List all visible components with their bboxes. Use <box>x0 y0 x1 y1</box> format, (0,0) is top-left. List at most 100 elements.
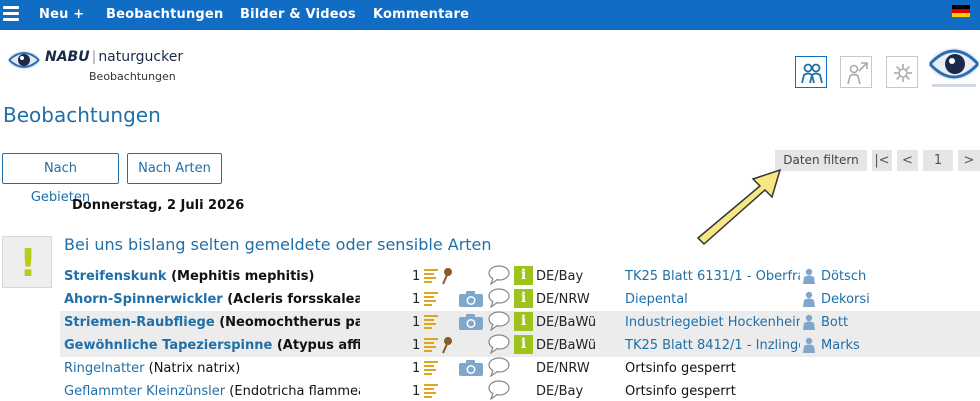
species-name-latin: (Natrix natrix) <box>148 361 241 376</box>
settings-button[interactable] <box>886 56 918 88</box>
species-name-latin: (Endotricha flammealis) <box>229 384 360 399</box>
annotation-arrow <box>696 168 782 246</box>
brand-text: NABU | naturgucker <box>45 49 184 65</box>
species-name-de[interactable]: Gewöhnliche Tapezierspinne <box>64 338 272 353</box>
species-name-de[interactable]: Ahorn-Spinnerwickler <box>64 292 223 307</box>
list-item[interactable]: Geflammter Kleinzünsler (Endotricha flam… <box>60 380 980 401</box>
info-icon[interactable]: i <box>514 312 533 331</box>
nav-images-videos[interactable]: Bilder & Videos <box>240 7 356 22</box>
info-icon[interactable]: i <box>514 266 533 285</box>
comment-bubble-icon[interactable] <box>488 380 510 400</box>
eye-logo-icon <box>8 51 40 69</box>
person-icon <box>803 291 815 307</box>
hamburger-menu-icon[interactable] <box>3 6 19 22</box>
species-name[interactable]: Ringelnatter (Natrix natrix) <box>64 361 360 376</box>
region: DE/Bay <box>536 384 584 399</box>
details-list-icon[interactable] <box>424 338 438 352</box>
users-button[interactable] <box>795 56 827 88</box>
count: 1 <box>412 384 421 399</box>
prev-page-button[interactable]: < <box>897 150 918 171</box>
top-navigation-bar: Neu + Beobachtungen Bilder & Videos Komm… <box>0 0 980 30</box>
details-list-icon[interactable] <box>424 361 438 375</box>
count: 1 <box>412 361 421 376</box>
observer-name[interactable]: Marks <box>821 338 860 353</box>
list-item[interactable]: Striemen-Raubfliege (Neomochtherus palli… <box>60 311 980 334</box>
species-name-latin: (Atypus affinis) <box>276 338 360 353</box>
location[interactable]: Diepental <box>625 292 800 307</box>
region: DE/BaWü <box>536 338 597 353</box>
comment-bubble-icon[interactable] <box>488 357 510 377</box>
info-icon[interactable]: i <box>514 335 533 354</box>
list-item[interactable]: Ringelnatter (Natrix natrix) 1 DE/NRW Ortsi… <box>60 357 980 380</box>
info-icon[interactable]: i <box>514 289 533 308</box>
person-icon <box>803 337 815 353</box>
comment-bubble-icon[interactable] <box>488 265 510 285</box>
naturgucker-eye-logo-icon[interactable] <box>928 40 980 92</box>
camera-icon[interactable] <box>458 291 484 308</box>
species-name-de[interactable]: Striemen-Raubfliege <box>64 315 215 330</box>
page-number[interactable]: 1 <box>923 150 953 171</box>
nav-comments[interactable]: Kommentare <box>373 7 469 22</box>
details-list-icon[interactable] <box>424 292 438 306</box>
camera-icon[interactable] <box>458 360 484 377</box>
observer-name[interactable]: Dekorsi <box>821 292 870 307</box>
species-name-latin: (Acleris forsskaleana) <box>227 292 360 307</box>
date-heading: Donnerstag, 2 Juli 2026 <box>72 198 245 213</box>
nav-new[interactable]: Neu + <box>39 7 84 22</box>
first-page-button[interactable]: |< <box>872 150 892 171</box>
species-name[interactable]: Streifenskunk (Mephitis mephitis) <box>64 269 360 284</box>
count: 1 <box>412 269 421 284</box>
comment-bubble-icon[interactable] <box>488 288 510 308</box>
details-list-icon[interactable] <box>424 315 438 329</box>
count: 1 <box>412 315 421 330</box>
user-share-button[interactable] <box>840 56 872 88</box>
details-list-icon[interactable] <box>424 384 438 398</box>
location: Ortsinfo gesperrt <box>625 384 736 399</box>
user-arrow-icon <box>847 62 868 85</box>
observer-name[interactable]: Dötsch <box>821 269 866 284</box>
count: 1 <box>412 338 421 353</box>
location[interactable]: Industriegebiet Hockenheim <box>625 315 800 330</box>
species-name[interactable]: Gewöhnliche Tapezierspinne (Atypus affin… <box>64 338 360 353</box>
nav-observations[interactable]: Beobachtungen <box>106 7 223 22</box>
species-name-de[interactable]: Streifenskunk <box>64 269 167 284</box>
camera-icon[interactable] <box>458 314 484 331</box>
location[interactable]: TK25 Blatt 8412/1 - Inzlingen <box>625 338 800 353</box>
gear-icon <box>894 64 912 82</box>
species-name[interactable]: Striemen-Raubfliege (Neomochtherus palli… <box>64 315 360 330</box>
brand-subtitle: Beobachtungen <box>89 70 176 83</box>
by-species-button[interactable]: Nach Arten <box>127 153 222 184</box>
list-item[interactable]: Streifenskunk (Mephitis mephitis) 1 i DE/Ba… <box>60 265 980 288</box>
section-title: Bei uns bislang selten gemeldete oder se… <box>64 235 492 254</box>
details-list-icon[interactable] <box>424 269 438 283</box>
pin-icon[interactable] <box>441 267 453 285</box>
location: Ortsinfo gesperrt <box>625 361 736 376</box>
german-flag-icon[interactable] <box>952 5 970 17</box>
list-item[interactable]: Ahorn-Spinnerwickler (Acleris forsskalea… <box>60 288 980 311</box>
location[interactable]: TK25 Blatt 6131/1 - Oberfranken <box>625 269 800 284</box>
nabu-naturgucker-logo[interactable]: NABU | naturgucker Beobachtungen <box>8 44 208 88</box>
species-name-de[interactable]: Ringelnatter <box>64 361 145 376</box>
comment-bubble-icon[interactable] <box>488 334 510 354</box>
species-name-latin: (Neomochtherus pallipes) <box>219 315 360 330</box>
region: DE/Bay <box>536 269 584 284</box>
by-areas-button[interactable]: Nach Gebieten <box>2 153 119 205</box>
warning-icon: ! <box>2 236 52 288</box>
page-title: Beobachtungen <box>3 103 161 127</box>
species-name[interactable]: Geflammter Kleinzünsler (Endotricha flam… <box>64 384 360 399</box>
species-name-latin: (Mephitis mephitis) <box>171 269 315 284</box>
species-name[interactable]: Ahorn-Spinnerwickler (Acleris forsskalea… <box>64 292 360 307</box>
person-icon <box>803 268 815 284</box>
next-page-button[interactable]: > <box>958 150 980 171</box>
observer-name[interactable]: Bott <box>821 315 848 330</box>
person-icon <box>803 314 815 330</box>
comment-bubble-icon[interactable] <box>488 311 510 331</box>
species-name-de[interactable]: Geflammter Kleinzünsler <box>64 384 225 399</box>
count: 1 <box>412 292 421 307</box>
pin-icon[interactable] <box>441 336 453 354</box>
users-icon <box>801 63 823 84</box>
region: DE/NRW <box>536 361 590 376</box>
region: DE/BaWü <box>536 315 597 330</box>
region: DE/NRW <box>536 292 590 307</box>
list-item[interactable]: Gewöhnliche Tapezierspinne (Atypus affin… <box>60 334 980 357</box>
